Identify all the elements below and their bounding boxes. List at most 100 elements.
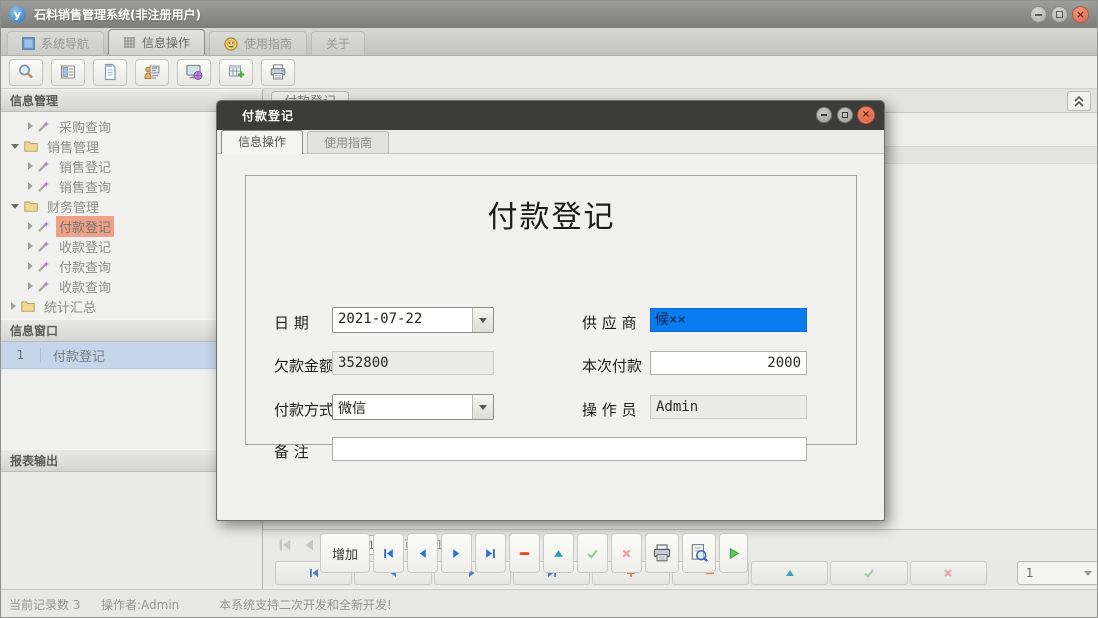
print-button[interactable]	[645, 533, 679, 573]
delete-record-button[interactable]	[509, 533, 540, 573]
minus-icon	[518, 547, 531, 560]
table-add-icon	[227, 63, 245, 81]
record-confirm-button[interactable]	[830, 561, 907, 585]
toolbar-user-report-button[interactable]	[135, 59, 169, 86]
minimize-icon	[1035, 14, 1042, 16]
tab-system-nav[interactable]: 系统导航	[7, 31, 104, 55]
blue-square-icon	[22, 37, 35, 50]
document-icon	[101, 63, 119, 81]
triangle-up-icon	[552, 547, 565, 560]
search-icon	[17, 63, 35, 81]
play-icon	[727, 547, 740, 560]
tree-item-label: 收款登记	[56, 236, 114, 257]
record-cancel-button[interactable]	[910, 561, 987, 585]
page-prev-button[interactable]	[301, 537, 317, 553]
dialog-button-bar: 增加	[320, 533, 748, 573]
tab-about[interactable]: 关于	[311, 31, 365, 55]
dialog-close-button[interactable]: ×	[858, 107, 874, 123]
remark-input[interactable]	[332, 437, 807, 461]
dialog-maximize-button[interactable]	[837, 107, 853, 123]
tool-icon	[38, 220, 50, 232]
dialog-titlebar: 付款登记 ×	[217, 101, 884, 130]
tool-icon	[38, 240, 50, 252]
page-first-button[interactable]	[277, 537, 293, 553]
next-record-button[interactable]	[441, 533, 472, 573]
tab-info-operate[interactable]: 信息操作	[108, 29, 205, 55]
window-title: 石料销售管理系统(非注册用户)	[34, 6, 201, 23]
dialog-minimize-button[interactable]	[816, 107, 832, 123]
status-message: 本系统支持二次开发和全新开发!	[219, 596, 392, 613]
dialog-tab-user-guide[interactable]: 使用指南	[307, 131, 389, 153]
collapse-arrow-icon	[11, 204, 19, 209]
window-minimize-button[interactable]	[1030, 6, 1047, 23]
date-value: 2021-07-22	[333, 308, 472, 332]
debt-label: 欠款金额	[274, 355, 334, 376]
form-title: 付款登记	[217, 192, 886, 236]
dialog-tab-info-operate[interactable]: 信息操作	[221, 130, 303, 154]
maximize-icon	[1056, 11, 1063, 18]
chevron-down-icon	[479, 318, 487, 323]
collapse-arrow-icon	[11, 144, 19, 149]
toolbar-form-view-button[interactable]	[51, 59, 85, 86]
grid-icon	[123, 36, 136, 49]
toolbar-monitor-globe-button[interactable]	[177, 59, 211, 86]
toolbar-document-button[interactable]	[93, 59, 127, 86]
payment-method-combobox[interactable]: 微信	[332, 394, 494, 420]
expand-arrow-icon	[28, 262, 33, 270]
combo-dropdown-button[interactable]	[472, 395, 493, 419]
chevrons-up-icon	[1073, 95, 1085, 108]
cancel-button[interactable]	[611, 533, 642, 573]
operator-label: 操 作 员	[582, 399, 637, 420]
toolbar-table-add-button[interactable]	[219, 59, 253, 86]
run-button[interactable]	[719, 533, 748, 573]
tab-label: 信息操作	[142, 34, 190, 51]
payment-amount-input[interactable]	[650, 351, 807, 375]
edit-record-button[interactable]	[543, 533, 574, 573]
dialog-controls: ×	[816, 107, 874, 123]
minimize-icon	[821, 114, 827, 116]
expand-arrow-icon	[28, 222, 33, 230]
printer-icon	[269, 63, 287, 81]
record-count-combobox[interactable]: 1	[1017, 561, 1098, 585]
window-close-button[interactable]: ×	[1072, 6, 1089, 23]
close-icon: ×	[1076, 9, 1085, 20]
toolbar-printer-button[interactable]	[261, 59, 295, 86]
triangle-up-icon	[784, 567, 796, 579]
supplier-field[interactable]: 候××	[650, 308, 807, 332]
window-controls: ×	[1030, 6, 1089, 23]
add-button[interactable]: 增加	[320, 533, 370, 573]
confirm-button[interactable]	[577, 533, 608, 573]
prev-record-button[interactable]	[407, 533, 438, 573]
last-record-icon	[484, 547, 497, 560]
tree-item-label: 销售管理	[44, 136, 102, 157]
date-combobox[interactable]: 2021-07-22	[332, 307, 494, 333]
tool-icon	[38, 180, 50, 192]
check-icon	[586, 547, 599, 560]
print-preview-button[interactable]	[682, 533, 716, 573]
window-maximize-button[interactable]	[1051, 6, 1068, 23]
main-toolbar	[1, 56, 1098, 89]
method-value: 微信	[333, 395, 472, 419]
combo-dropdown-button[interactable]	[472, 308, 493, 332]
combobox-value: 1	[1026, 566, 1034, 580]
supplier-label: 供 应 商	[582, 312, 637, 333]
toolbar-search-button[interactable]	[9, 59, 43, 86]
close-icon: ×	[862, 110, 870, 120]
method-label: 付款方式	[274, 399, 334, 420]
prev-record-icon	[416, 547, 429, 560]
expand-arrow-icon	[28, 242, 33, 250]
expand-arrow-icon	[28, 182, 33, 190]
tool-icon	[38, 280, 50, 292]
tab-label: 系统导航	[41, 35, 89, 52]
tree-item-label: 财务管理	[44, 196, 102, 217]
collapse-panel-button[interactable]	[1067, 91, 1091, 111]
last-record-button[interactable]	[475, 533, 506, 573]
record-edit-button[interactable]	[751, 561, 828, 585]
expand-arrow-icon	[28, 282, 33, 290]
first-record-button[interactable]	[373, 533, 404, 573]
tree-item-label-selected: 付款登记	[56, 216, 114, 237]
dialog-tab-bar: 信息操作 使用指南	[217, 130, 884, 154]
coin-icon	[224, 37, 238, 51]
tab-user-guide[interactable]: 使用指南	[209, 31, 307, 55]
remark-label: 备 注	[274, 441, 309, 462]
